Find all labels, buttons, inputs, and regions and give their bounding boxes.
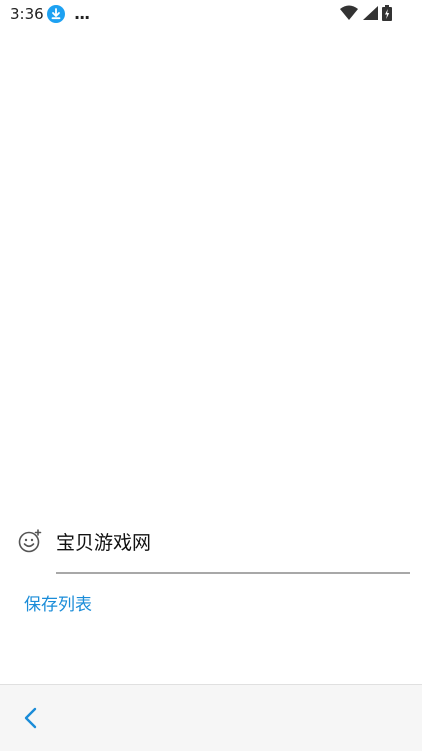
emoji-add-icon[interactable] bbox=[18, 529, 42, 553]
download-icon bbox=[47, 5, 65, 23]
bottom-navigation-bar bbox=[0, 684, 422, 751]
status-icons bbox=[340, 5, 392, 25]
battery-icon bbox=[382, 5, 392, 25]
list-name-input[interactable] bbox=[56, 520, 410, 562]
name-input-row bbox=[0, 520, 422, 580]
main-content: 保存列表 bbox=[0, 30, 422, 685]
signal-icon bbox=[362, 5, 378, 25]
wifi-icon bbox=[340, 5, 358, 25]
save-list-button[interactable]: 保存列表 bbox=[24, 590, 92, 615]
status-more-indicator: ... bbox=[74, 4, 90, 23]
chevron-left-icon[interactable] bbox=[18, 705, 44, 731]
status-time: 3:36 bbox=[10, 5, 44, 23]
input-underline bbox=[56, 572, 410, 574]
status-bar: 3:36 ... bbox=[0, 0, 422, 30]
